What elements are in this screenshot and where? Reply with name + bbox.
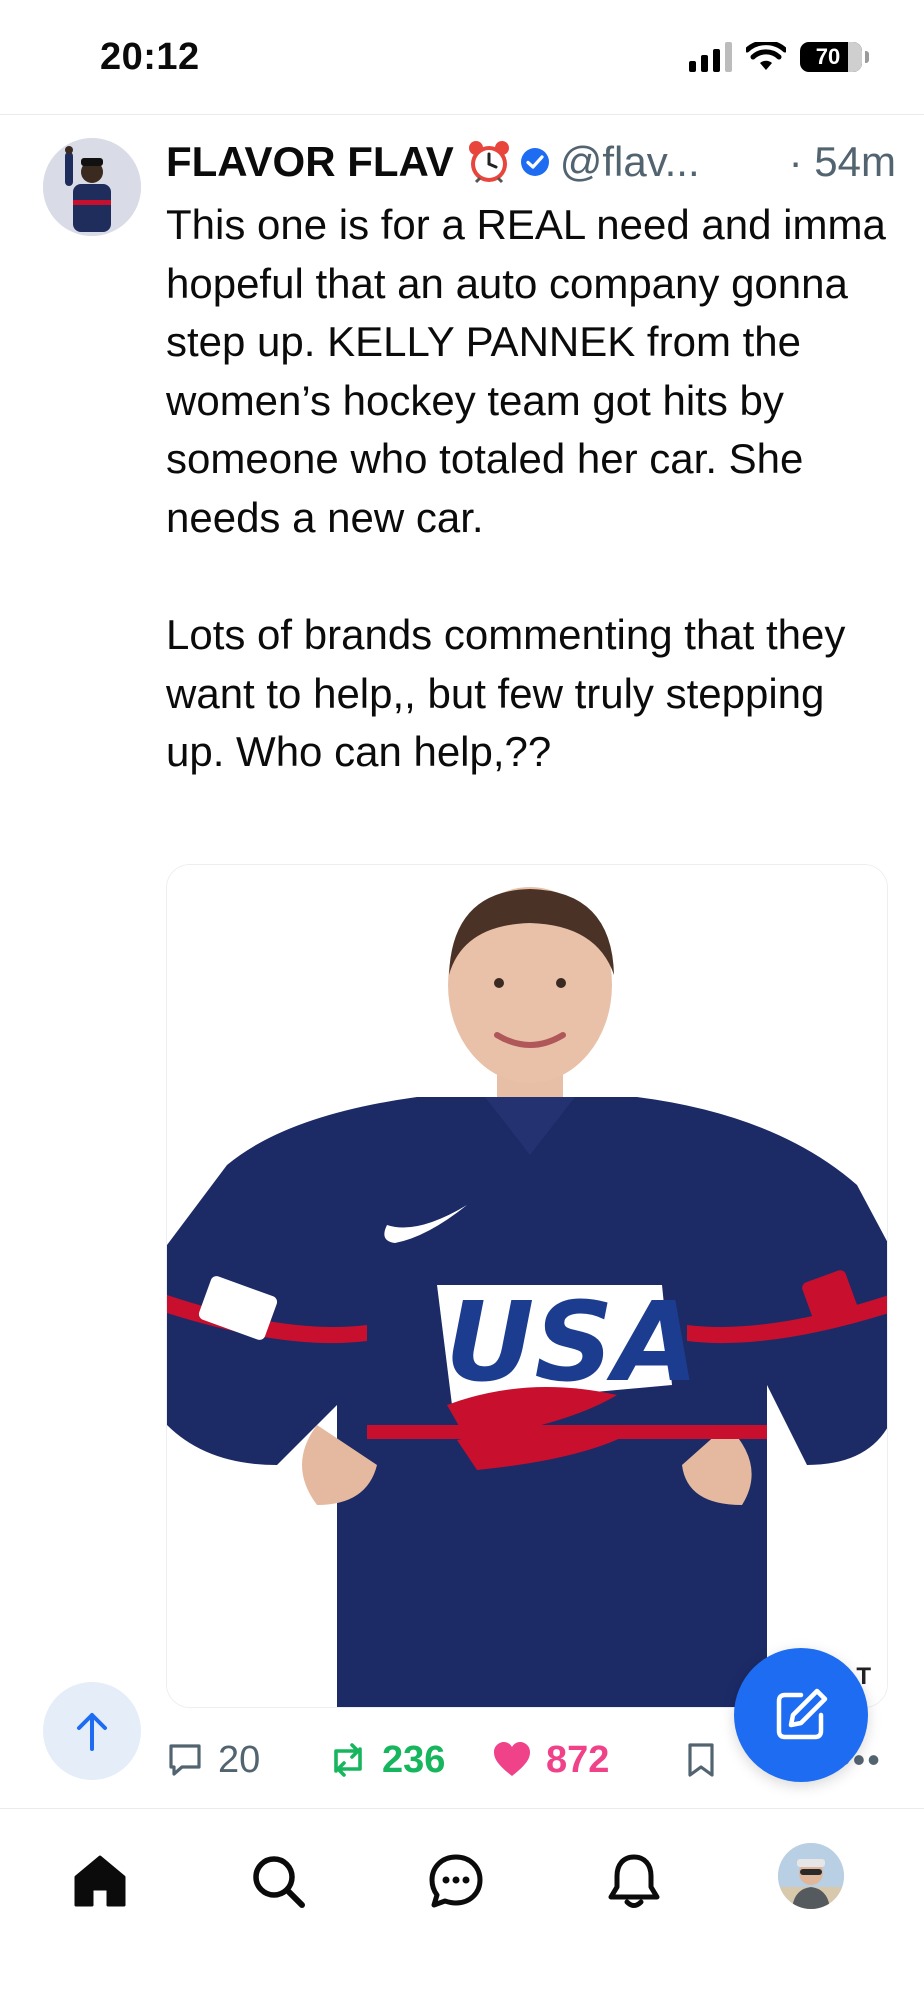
jersey-usa-text: USA: [445, 1278, 699, 1406]
tweet-header: FLAVOR FLAV @flav... · 54m: [166, 134, 896, 190]
divider: [0, 114, 924, 115]
status-icons: 70: [689, 42, 869, 72]
wifi-icon: [746, 42, 786, 70]
author-display-name[interactable]: FLAVOR FLAV: [166, 138, 454, 186]
alarm-clock-icon: [468, 141, 509, 184]
compose-button[interactable]: [734, 1648, 868, 1782]
retweet-button[interactable]: 236: [328, 1730, 445, 1790]
retweet-icon: [334, 1743, 362, 1777]
tab-messages[interactable]: [416, 1841, 496, 1921]
verified-badge-icon: [520, 148, 549, 176]
author-avatar[interactable]: [43, 138, 141, 236]
tweet-timestamp[interactable]: · 54m: [789, 138, 896, 186]
home-icon: [74, 1855, 126, 1907]
arrow-up-icon: [77, 1713, 107, 1751]
battery-level: 70: [815, 44, 841, 69]
like-button[interactable]: 872: [492, 1730, 609, 1790]
reply-button[interactable]: 20: [166, 1730, 260, 1790]
reply-icon: [169, 1744, 201, 1776]
messages-icon: [429, 1854, 483, 1908]
search-icon: [253, 1856, 305, 1908]
cellular-signal-icon: [689, 42, 732, 72]
compose-icon: [776, 1688, 828, 1740]
scroll-to-top-button[interactable]: [43, 1682, 141, 1780]
bottom-tab-bar: [0, 1809, 924, 2000]
status-time: 20:12: [100, 36, 200, 78]
heart-icon: [494, 1742, 530, 1776]
retweet-count: 236: [382, 1738, 446, 1781]
bookmark-icon: [688, 1743, 714, 1777]
tab-notifications[interactable]: [594, 1841, 674, 1921]
profile-avatar[interactable]: [778, 1843, 844, 1909]
tab-search[interactable]: [238, 1841, 318, 1921]
tweet-media-image[interactable]: USA T: [166, 864, 888, 1708]
author-handle[interactable]: @flav...: [560, 138, 700, 186]
status-bar: 20:12 70: [0, 0, 924, 114]
reply-count: 20: [218, 1738, 261, 1781]
battery-icon: 70: [800, 42, 869, 72]
tweet-text: This one is for a REAL need and imma hop…: [166, 201, 886, 776]
tab-home[interactable]: [60, 1841, 140, 1921]
bookmark-button[interactable]: [686, 1730, 716, 1790]
notifications-icon: [608, 1854, 660, 1908]
like-count: 872: [546, 1738, 610, 1781]
